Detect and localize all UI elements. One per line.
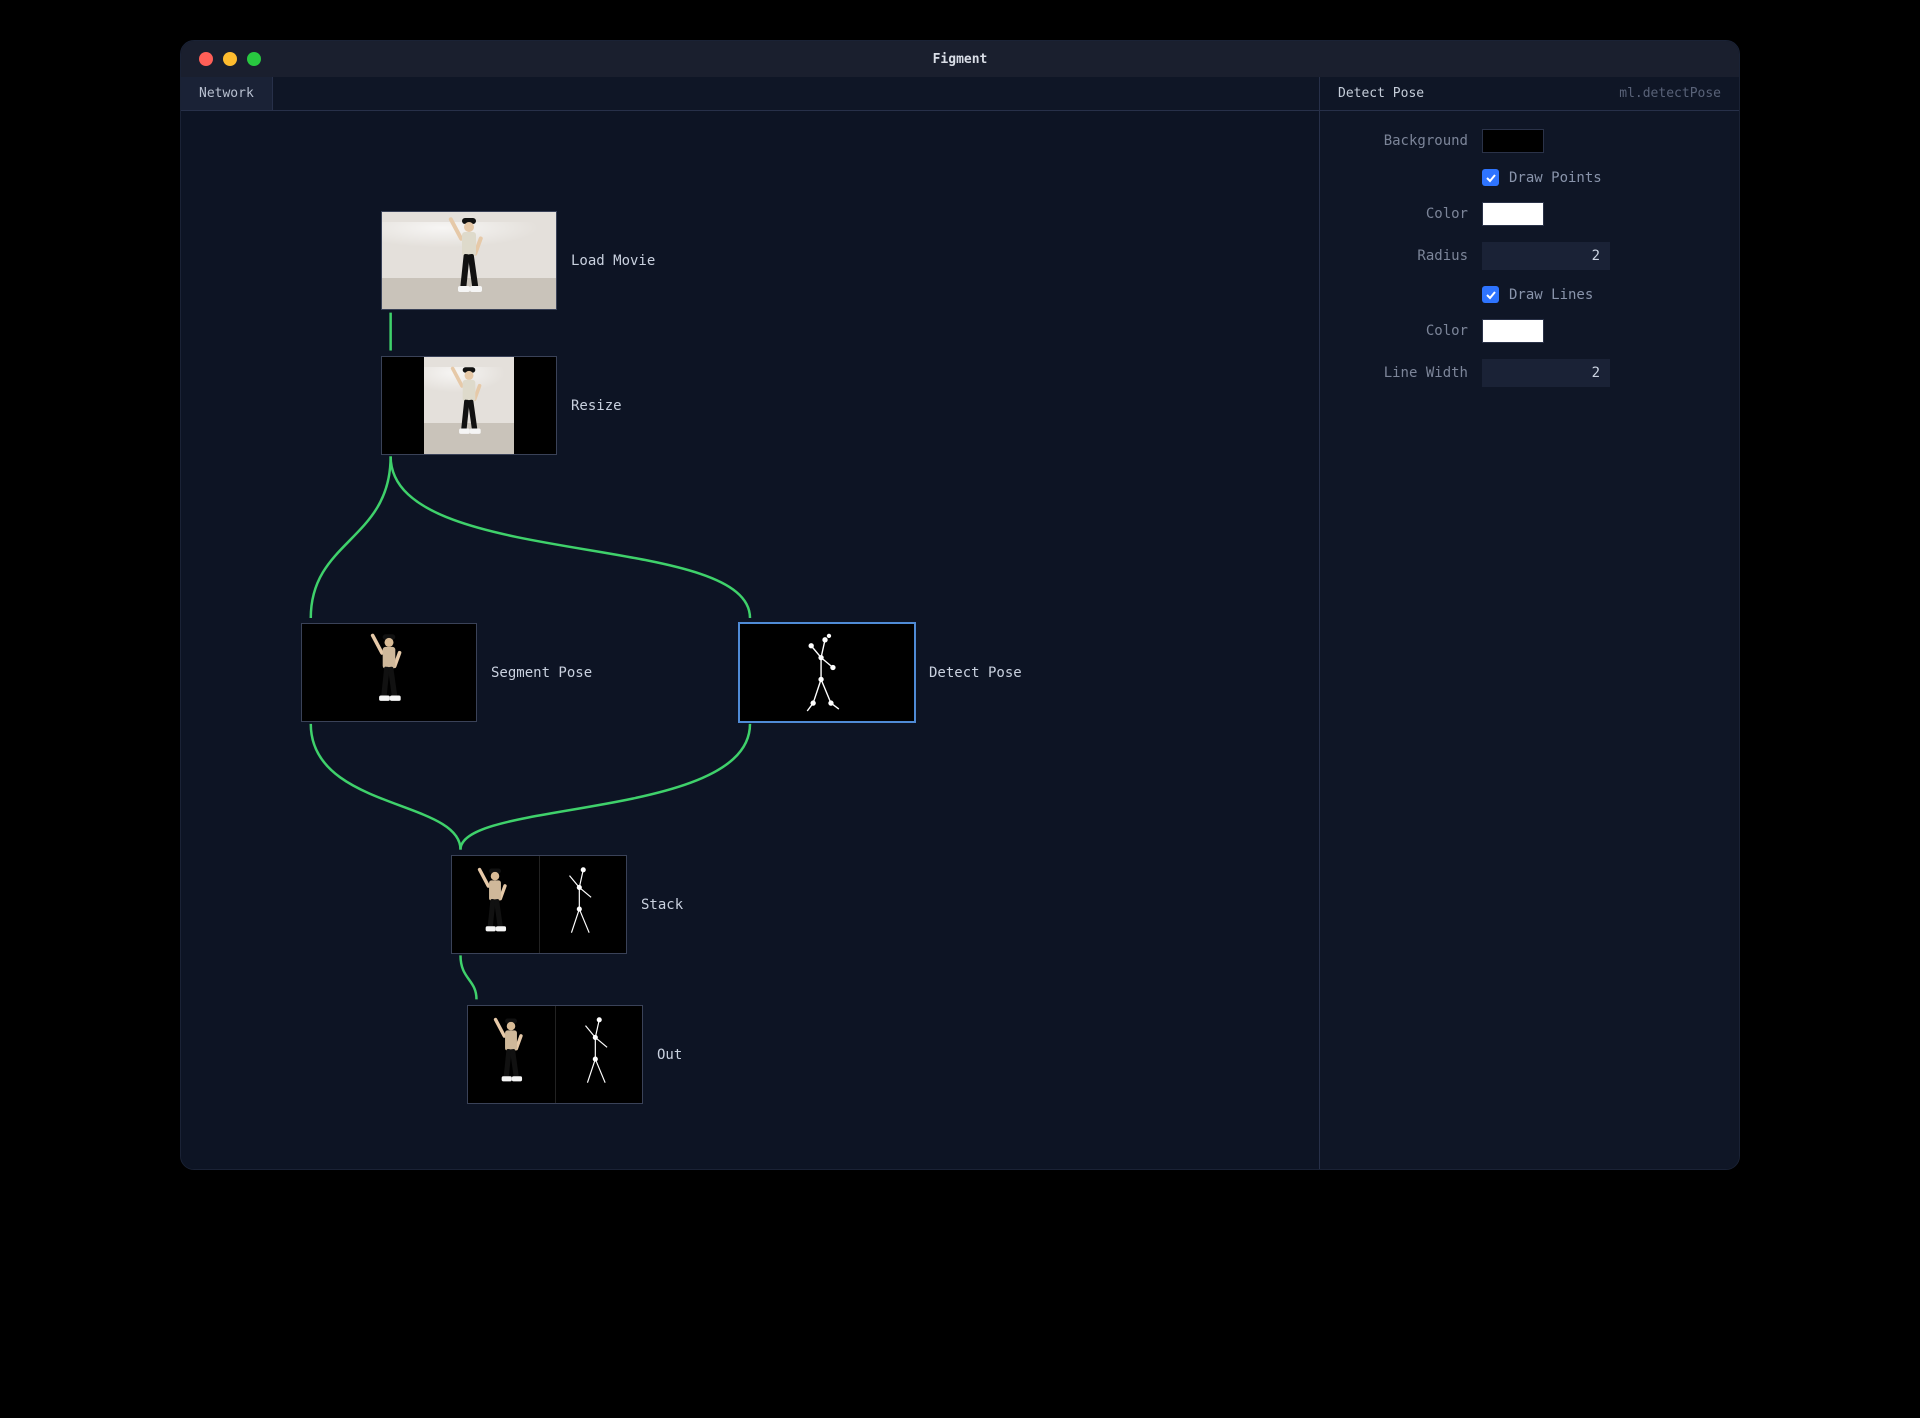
color-swatch-line[interactable] bbox=[1482, 319, 1544, 343]
check-icon bbox=[1485, 289, 1497, 301]
prop-line-width: Line Width bbox=[1338, 359, 1721, 387]
node-thumbnail bbox=[381, 356, 557, 455]
node-thumbnail bbox=[467, 1005, 643, 1104]
skeleton-icon bbox=[740, 624, 914, 722]
checkbox-label: Draw Points bbox=[1509, 170, 1602, 186]
port-out[interactable] bbox=[742, 721, 754, 722]
color-swatch-background[interactable] bbox=[1482, 129, 1544, 153]
port-in[interactable] bbox=[470, 1005, 482, 1006]
prop-label: Color bbox=[1338, 206, 1468, 222]
checkbox-draw-lines[interactable] bbox=[1482, 286, 1499, 303]
node-load-movie[interactable]: Load Movie bbox=[381, 211, 655, 310]
port-out[interactable] bbox=[384, 309, 396, 310]
node-label: Detect Pose bbox=[929, 665, 1022, 681]
port-out[interactable] bbox=[384, 454, 396, 455]
node-label: Stack bbox=[641, 897, 683, 913]
port-in[interactable] bbox=[742, 623, 754, 624]
node-out[interactable]: Out bbox=[467, 1005, 682, 1104]
canvas-area: Network bbox=[181, 77, 1319, 1169]
input-line-width[interactable] bbox=[1482, 359, 1610, 387]
checkbox-draw-points[interactable] bbox=[1482, 169, 1499, 186]
titlebar: Figment bbox=[181, 41, 1739, 77]
node-canvas[interactable]: Load Movie Resize bbox=[181, 111, 1319, 1169]
port-out[interactable] bbox=[454, 953, 466, 954]
port-in[interactable] bbox=[304, 623, 316, 624]
port-in[interactable] bbox=[454, 855, 466, 856]
window-body: Network bbox=[181, 77, 1739, 1169]
prop-label: Background bbox=[1338, 133, 1468, 149]
node-label: Out bbox=[657, 1047, 682, 1063]
port-out[interactable] bbox=[470, 1103, 482, 1104]
port-out[interactable] bbox=[304, 721, 316, 722]
prop-line-color: Color bbox=[1338, 319, 1721, 343]
node-label: Resize bbox=[571, 398, 622, 414]
window-title: Figment bbox=[181, 52, 1739, 67]
node-segment-pose[interactable]: Segment Pose bbox=[301, 623, 592, 722]
tab-label: Network bbox=[199, 86, 254, 101]
node-detect-pose[interactable]: Detect Pose bbox=[739, 623, 1022, 722]
checkbox-label: Draw Lines bbox=[1509, 287, 1593, 303]
node-resize[interactable]: Resize bbox=[381, 356, 622, 455]
prop-draw-points: Draw Points bbox=[1338, 169, 1721, 186]
node-label: Segment Pose bbox=[491, 665, 592, 681]
inspector-body: Background Draw Points Color bbox=[1320, 111, 1739, 405]
app-window: Figment Network bbox=[180, 40, 1740, 1170]
node-thumbnail bbox=[301, 623, 477, 722]
inspector-node-id: ml.detectPose bbox=[1619, 86, 1721, 101]
node-thumbnail bbox=[739, 623, 915, 722]
prop-label: Radius bbox=[1338, 248, 1468, 264]
tab-bar: Network bbox=[181, 77, 1319, 111]
tab-network[interactable]: Network bbox=[181, 77, 273, 110]
inspector-title: Detect Pose bbox=[1338, 86, 1424, 101]
inspector-panel: Detect Pose ml.detectPose Background Dra… bbox=[1319, 77, 1739, 1169]
prop-background: Background bbox=[1338, 129, 1721, 153]
color-swatch-point[interactable] bbox=[1482, 202, 1544, 226]
prop-point-color: Color bbox=[1338, 202, 1721, 226]
node-stack[interactable]: Stack bbox=[451, 855, 683, 954]
prop-label: Line Width bbox=[1338, 365, 1468, 381]
node-thumbnail bbox=[381, 211, 557, 310]
port-in[interactable] bbox=[384, 356, 396, 357]
node-label: Load Movie bbox=[571, 253, 655, 269]
prop-radius: Radius bbox=[1338, 242, 1721, 270]
prop-label: Color bbox=[1338, 323, 1468, 339]
node-thumbnail bbox=[451, 855, 627, 954]
input-radius[interactable] bbox=[1482, 242, 1610, 270]
check-icon bbox=[1485, 172, 1497, 184]
prop-draw-lines: Draw Lines bbox=[1338, 286, 1721, 303]
inspector-header: Detect Pose ml.detectPose bbox=[1320, 77, 1739, 111]
